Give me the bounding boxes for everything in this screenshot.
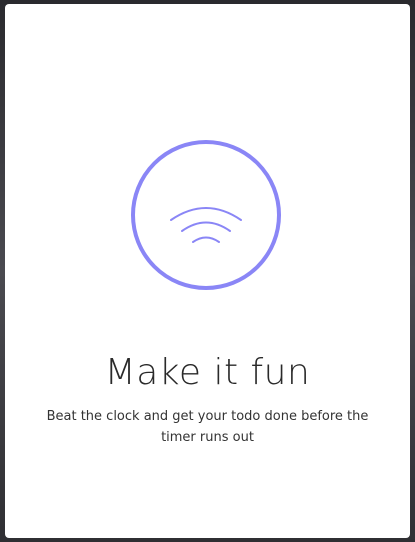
onboarding-card: Make it fun Beat the clock and get your … [5,4,410,538]
onboarding-title: Make it fun [104,352,311,393]
onboarding-subtitle: Beat the clock and get your todo done be… [46,409,369,445]
wifi-signal-icon [170,207,242,243]
signal-icon-circle [131,140,281,290]
